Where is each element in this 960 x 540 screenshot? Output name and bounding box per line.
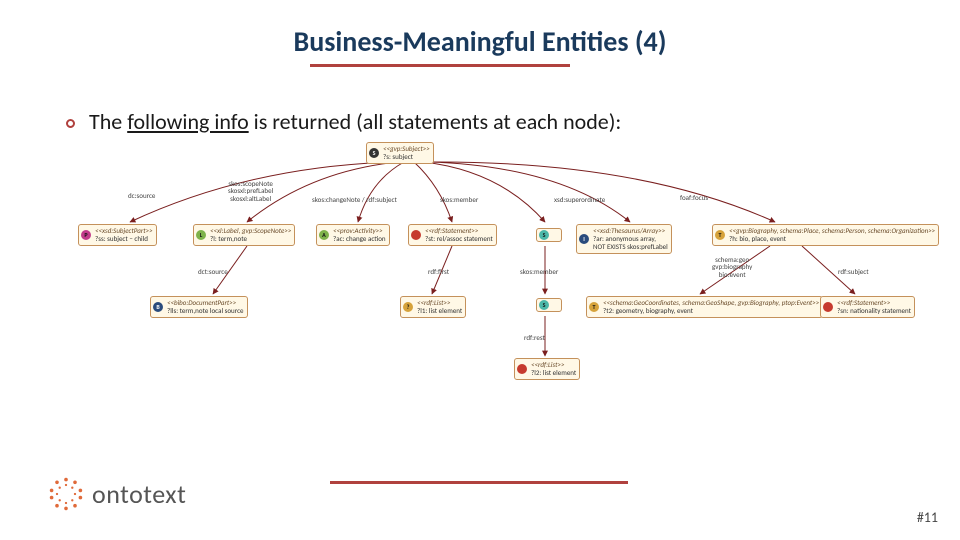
node-r3-circle-icon: A <box>319 230 329 240</box>
node-r3-label: ?ac: change action <box>333 234 386 243</box>
bullet-dot-icon <box>66 119 75 128</box>
edge-root-r4-label: skos:member <box>440 196 478 203</box>
node-r4-label: ?st: rel/assoc statement <box>425 234 493 243</box>
node-r31: B <<bibo:DocumentPart>> ?lls: term,note … <box>150 296 248 318</box>
edge-root-r7-label: foaf:focus <box>680 194 708 201</box>
logo-text: ontotext <box>92 478 186 510</box>
edge-root-r3-label: skos:changeNote / rdf:subject <box>312 196 397 203</box>
edge-root-r6-label: xsd:superordinate <box>554 196 605 203</box>
node-root-circle-icon: S <box>369 148 379 158</box>
node-r4: <<rdf:Statement>> ?st: rel/assoc stateme… <box>408 224 497 246</box>
node-r7-circle-icon: T <box>715 230 725 240</box>
node-r2-label: ?l: term,note <box>210 234 247 243</box>
node-r5-circle-icon: S <box>539 230 549 240</box>
node-r72-label: ?sn: nationality statement <box>837 306 911 315</box>
brand-logo: ontotext <box>48 476 186 512</box>
bullet-pre: The <box>89 108 127 135</box>
node-r2: L <<xl:Label, gvp:ScopeNote>> ?l: term,n… <box>193 224 295 246</box>
edge-layer <box>0 136 960 426</box>
node-r7: T <<gvp:Biography, schema:Place, schema:… <box>712 224 939 246</box>
node-r71-label: ?t2: geometry, biography, event <box>603 306 693 315</box>
page-number: #11 <box>917 509 938 526</box>
edge-r4-r41-label: rdf:first <box>428 268 449 275</box>
node-r31-circle-icon: B <box>153 302 163 312</box>
node-r51: S <box>536 298 562 312</box>
bullet-text: The following info is returned (all stat… <box>89 108 621 135</box>
node-r1: P <<xsd:SubjectPart>> ?ss: subject – chi… <box>78 224 157 246</box>
node-r411: <<rdf:List>> ?l2: list element <box>514 358 580 380</box>
diagram-area: S <<gvp:Subject>> ?s: subject P <<xsd:Su… <box>0 136 960 426</box>
node-r6-label: ?ar: anonymous array, NOT EXISTS skos:pr… <box>593 234 668 251</box>
underline-rule-top <box>310 64 570 67</box>
edge-r3-r31-label: dct:source <box>198 268 228 275</box>
node-r3: A <<prov:Activity>> ?ac: change action <box>316 224 390 246</box>
node-r51-circle-icon: S <box>539 300 549 310</box>
node-r41: ? <<rdf:List>> ?l1: list element <box>400 296 466 318</box>
node-r72: <<rdf:Statement>> ?sn: nationality state… <box>820 296 915 318</box>
node-r2-circle-icon: L <box>196 230 206 240</box>
node-r6-circle-icon: I <box>579 234 589 244</box>
edge-r7-r71-label: schema:geo gvp:biography bio:event <box>712 256 752 278</box>
edge-r5-r51-label: skos:member <box>520 268 558 275</box>
edge-root-r1-label: dc:source <box>128 192 155 199</box>
node-r4-circle-icon <box>411 230 421 240</box>
node-r71-circle-icon: T <box>589 302 599 312</box>
logo-sun-icon <box>48 476 84 512</box>
node-r1-circle-icon: P <box>81 230 91 240</box>
node-r72-circle-icon <box>823 302 833 312</box>
node-r5: S <box>536 228 562 242</box>
bullet-underline: following info <box>127 108 248 135</box>
edge-r7-r72-label: rdf:subject <box>838 268 869 275</box>
slide-title: Business-Meaningful Entities (4) <box>0 24 960 59</box>
bullet-row: The following info is returned (all stat… <box>66 108 621 135</box>
bullet-post: is returned (all statements at each node… <box>249 108 622 135</box>
edge-r41-r411-label: rdf:rest <box>524 334 545 341</box>
edge-root-r2-label: skos:scopeNote skosxl:prefLabel skosxl:a… <box>228 180 273 202</box>
underline-rule-bottom <box>330 481 628 484</box>
node-root: S <<gvp:Subject>> ?s: subject <box>366 142 434 164</box>
node-r411-circle-icon <box>517 364 527 374</box>
node-r71: T <<schema:GeoCoordinates, schema:GeoSha… <box>586 296 823 318</box>
node-r411-label: ?l2: list element <box>531 368 576 377</box>
node-r31-label: ?lls: term,note local source <box>167 306 244 315</box>
node-r6: I <<xsd:Thesaurus/Array>> ?ar: anonymous… <box>576 224 672 254</box>
node-r41-circle-icon: ? <box>403 302 413 312</box>
node-r7-label: ?h: bio, place, event <box>729 234 786 243</box>
node-root-label: ?s: subject <box>383 152 413 161</box>
node-r1-label: ?ss: subject – child <box>95 234 148 243</box>
node-r41-label: ?l1: list element <box>417 306 462 315</box>
